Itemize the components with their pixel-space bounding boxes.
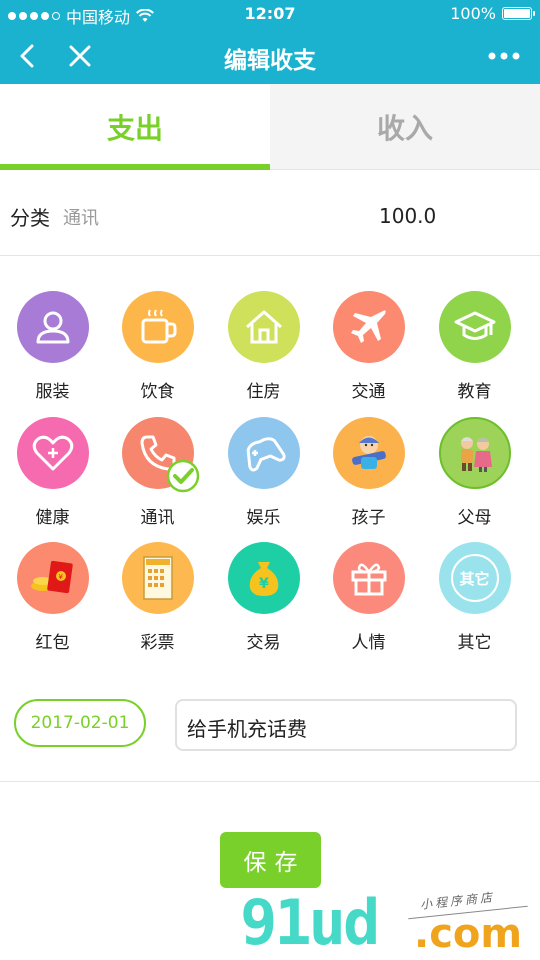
category-circle [438,417,511,489]
battery-fill [504,9,530,18]
category-label: 其它 [457,633,492,653]
category-label: 分类 [10,206,50,230]
cup-icon [141,309,176,344]
category-circle [121,291,194,363]
watermark-logo: 91ud 小程序商店 .com [240,890,530,956]
category-circle [16,417,89,489]
heart-icon [32,435,73,471]
category-label: 娱乐 [246,508,281,528]
category-children[interactable]: 孩子 [316,417,421,528]
category-transport[interactable]: 交通 [316,291,421,402]
parents-icon [460,437,492,472]
category-label: 健康 [35,508,70,528]
category-label: 住房 [246,382,281,402]
house-icon [245,310,282,344]
battery-icon [502,7,535,20]
airplane-icon [350,310,386,343]
status-bar: 中国移动 12:07 100% [0,0,540,28]
category-circle [121,542,194,614]
category-label: 人情 [351,633,386,653]
category-label: 父母 [457,508,492,528]
category-circle: 其它 [438,542,511,614]
category-trade[interactable]: ¥ 交易 [211,542,316,653]
category-label: 交通 [351,382,386,402]
more-options-icon[interactable] [486,42,522,70]
category-clothing[interactable]: 服装 [0,291,105,402]
category-circle: ¥ [16,542,89,614]
category-label: 彩票 [140,633,175,653]
category-label: 服装 [35,382,70,402]
nav-bar: 编辑收支 [0,28,540,84]
category-gift[interactable]: 人情 [316,542,421,653]
svg-text:¥: ¥ [58,573,63,581]
category-housing[interactable]: 住房 [211,291,316,402]
svg-text:¥: ¥ [259,576,269,592]
category-other[interactable]: 其它 其它 [422,542,527,653]
category-food[interactable]: 饮食 [105,291,210,402]
selected-check-icon [166,459,199,493]
watermark-main: 91ud [240,886,380,959]
category-circle: ¥ [227,542,300,614]
person-icon [36,311,69,344]
page-title: 编辑收支 [224,48,316,74]
save-button[interactable]: 保存 [220,832,321,888]
amount-value[interactable]: 100.0 [379,204,436,228]
watermark-suffix: .com [414,911,523,957]
category-circle [121,417,199,493]
status-right: 100% [450,4,535,23]
category-circle [438,291,511,363]
category-value: 通讯 [63,208,99,229]
gamepad-icon [246,437,286,472]
graduation-cap-icon [454,311,495,340]
category-health[interactable]: 健康 [0,417,105,528]
red-envelope-icon: ¥ [30,560,73,594]
remark-input[interactable]: 给手机充话费 [175,699,517,751]
category-circle [332,291,405,363]
category-circle [227,417,300,489]
category-circle [227,291,300,363]
category-lottery[interactable]: 彩票 [105,542,210,653]
date-picker[interactable]: 2017-02-01 [14,699,146,747]
category-parents[interactable]: 父母 [422,417,527,528]
category-label: 通讯 [140,508,175,528]
watermark-sub: 小程序商店 [419,890,496,912]
category-circle [332,417,405,489]
category-education[interactable]: 教育 [422,291,527,402]
tab-expense[interactable]: 支出 [0,84,270,170]
other-icon: 其它 [450,554,499,602]
battery-percent: 100% [450,4,496,23]
category-label: 孩子 [351,508,386,528]
other-icon-text: 其它 [459,569,490,588]
category-communication[interactable]: 通讯 [105,417,210,528]
money-bag-icon: ¥ [249,562,278,596]
category-row: 分类 通讯 100.0 [0,170,540,256]
lottery-icon [142,556,173,600]
category-label: 教育 [457,382,492,402]
tab-bar: 支出 收入 [0,84,540,170]
category-circle [16,291,89,363]
child-icon [351,436,386,469]
gift-icon [351,563,386,596]
category-red-envelope[interactable]: ¥ 红包 [0,542,105,653]
category-label: 交易 [246,633,281,653]
category-label: 饮食 [140,382,175,402]
tab-income[interactable]: 收入 [270,84,540,169]
divider [0,781,540,782]
category-label: 红包 [35,633,70,653]
category-circle [332,542,405,614]
category-entertainment[interactable]: 娱乐 [211,417,316,528]
